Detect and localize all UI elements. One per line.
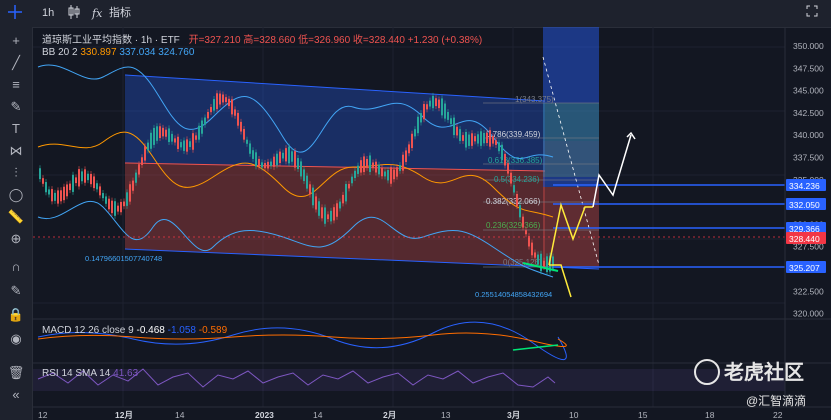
lock-drawing-icon[interactable]: ✎ — [6, 283, 26, 299]
zoom-icon[interactable]: ⊕ — [6, 231, 26, 247]
rsi-v1: 41.63 — [113, 368, 139, 379]
bb-name: BB 20 2 — [42, 47, 78, 58]
macd-v2: -1.058 — [167, 325, 196, 336]
price-badge: 332.050 — [786, 198, 826, 210]
channel-upper-fill — [125, 75, 545, 171]
time-tick: 13 — [441, 410, 451, 420]
price-badge: 334.236 — [786, 179, 826, 191]
low-label: 低= — [298, 35, 314, 46]
price-tick: 337.500 — [793, 153, 824, 163]
svg-text:334.236: 334.236 — [789, 181, 820, 191]
low-value: 326.960 — [313, 35, 351, 46]
crosshair-tool-icon[interactable]: + — [6, 33, 26, 49]
time-tick: 22 — [773, 410, 783, 420]
price-tick: 322.500 — [793, 286, 824, 296]
symbol-title[interactable]: 道琼斯工业平均指数 · 1h · ETF — [42, 35, 180, 46]
channel-upper-note: 0.14796601507740748 — [85, 254, 162, 263]
open-value: 327.210 — [204, 35, 241, 46]
time-tick: 15 — [638, 410, 648, 420]
drawing-toolbar: + ╱ ≡ ✎ T ⋈ ⫶ ◯ 📏 ⊕ ∩ ✎ 🔒 ◉ 🗑 « — [0, 27, 33, 420]
time-tick: 12 — [38, 410, 48, 420]
horizontal-lines-icon[interactable]: ≡ — [6, 77, 26, 93]
high-label: 高= — [243, 35, 260, 46]
magnet-icon[interactable]: ∩ — [6, 259, 26, 275]
price-tick: 320.000 — [793, 309, 824, 319]
fx-icon[interactable]: fx — [92, 5, 102, 22]
svg-text:332.050: 332.050 — [789, 200, 820, 210]
brush-icon[interactable]: ✎ — [6, 99, 26, 115]
time-tick: 12月 — [115, 410, 133, 420]
macd-v3: -0.589 — [198, 325, 228, 336]
fib-0786-label: 0.786(339.459) — [486, 130, 541, 139]
trash-icon[interactable]: 🗑 — [6, 365, 26, 381]
bb-legend[interactable]: BB 20 2 330.897 337.034 324.760 — [42, 47, 194, 58]
time-tick: 3月 — [507, 410, 520, 420]
eye-icon[interactable]: ◉ — [6, 331, 26, 347]
price-badges: 334.236332.050329.366328.440325.207 — [786, 179, 826, 273]
time-tick: 2023 — [255, 410, 274, 420]
bb-upper: 337.034 — [119, 47, 156, 58]
trend-line-icon[interactable]: ╱ — [6, 55, 26, 71]
lock-icon[interactable]: 🔒 — [6, 307, 26, 323]
rsi-legend[interactable]: RSI 14 SMA 14 41.63 — [42, 368, 138, 379]
macd-v1: -0.468 — [136, 325, 165, 336]
watermark-sub: @汇智滴滴 — [746, 394, 807, 408]
time-tick: 14 — [313, 410, 323, 420]
price-badge: 325.207 — [786, 261, 826, 273]
time-tick: 18 — [705, 410, 715, 420]
close-value: 328.440 — [368, 35, 405, 46]
bb-basis: 330.897 — [80, 47, 117, 58]
price-tick: 345.000 — [793, 86, 824, 96]
text-icon[interactable]: T — [6, 121, 26, 137]
time-tick: 10 — [569, 410, 579, 420]
tiger-logo-icon — [694, 359, 720, 385]
high-value: 328.660 — [259, 35, 296, 46]
timeframe-button[interactable]: 1h — [42, 5, 54, 22]
ohlc-legend: 道琼斯工业平均指数 · 1h · ETF 开=327.210 高=328.660… — [42, 31, 482, 46]
measure-icon[interactable]: ◯ — [6, 187, 26, 203]
time-tick: 14 — [175, 410, 185, 420]
svg-text:328.440: 328.440 — [789, 234, 820, 244]
macd-legend[interactable]: MACD 12 26 close 9 -0.468 -1.058 -0.589 — [42, 325, 227, 336]
crosshair-icon[interactable] — [8, 5, 22, 22]
top-toolbar: 1h fx 指标 — [0, 0, 831, 28]
fib-1-label: 1(343.375) — [515, 95, 554, 104]
collapse-icon[interactable]: « — [6, 387, 26, 403]
price-tick: 350.000 — [793, 41, 824, 51]
fullscreen-icon[interactable] — [806, 5, 818, 22]
fib-icon[interactable]: ⫶ — [6, 165, 26, 181]
pattern-icon[interactable]: ⋈ — [6, 143, 26, 159]
time-tick: 2月 — [383, 410, 396, 420]
price-tick: 342.500 — [793, 108, 824, 118]
change-value: +1.230 (+0.38%) — [407, 35, 483, 46]
watermark-title: 老虎社区 — [724, 362, 804, 384]
macd-label: MACD 12 26 close 9 — [42, 325, 134, 336]
fib-05-label: 0.5(334.236) — [494, 175, 540, 184]
bb-lower: 324.760 — [158, 47, 195, 58]
ruler-icon[interactable]: 📏 — [6, 209, 26, 225]
channel-lower-note: 0.25514054858432694 — [475, 290, 552, 299]
rsi-label: RSI 14 SMA 14 — [42, 368, 111, 379]
price-tick: 347.500 — [793, 63, 824, 73]
fib-0236-label: 0.236(329.366) — [486, 221, 541, 230]
price-badge: 328.440 — [786, 232, 826, 244]
candlestick-icon[interactable] — [68, 5, 80, 22]
time-axis: 12 12月 14 2023 14 2月 13 3月 10 15 18 22 — [38, 410, 783, 420]
svg-text:325.207: 325.207 — [789, 263, 820, 273]
price-tick: 340.000 — [793, 130, 824, 140]
indicators-button[interactable]: 指标 — [109, 5, 131, 22]
close-label: 收= — [352, 35, 369, 46]
open-label: 开= — [188, 35, 205, 46]
